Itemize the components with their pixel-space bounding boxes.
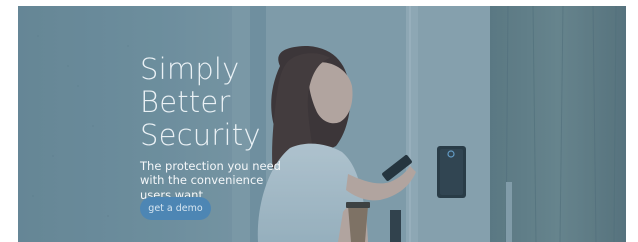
- tagline-line: with the convenience: [140, 173, 264, 187]
- hero-overlay: [18, 6, 626, 242]
- page: Simply Better Security The protection yo…: [0, 0, 638, 242]
- headline-line: Better: [140, 85, 231, 120]
- tagline-line: The protection you need: [140, 158, 281, 173]
- get-a-demo-button[interactable]: get a demo: [140, 197, 211, 220]
- headline-line: Security: [140, 118, 261, 153]
- hero-headline: Simply Better Security: [140, 53, 320, 152]
- hero-banner: Simply Better Security The protection yo…: [18, 6, 626, 242]
- headline-line: Simply: [140, 52, 240, 87]
- hero-tagline: The protection you need with the conveni…: [140, 159, 300, 203]
